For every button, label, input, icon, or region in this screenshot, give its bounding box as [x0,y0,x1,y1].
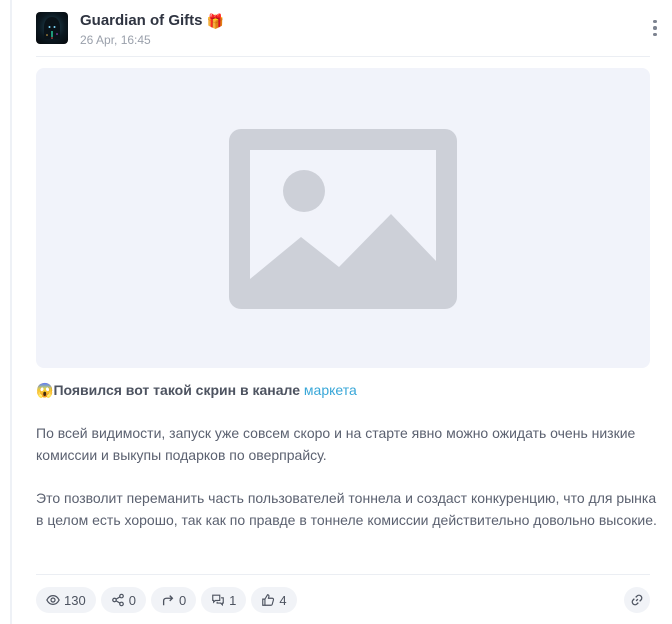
post-image[interactable] [36,68,650,368]
more-dot-icon [653,19,657,24]
market-channel-link[interactable]: маркета [304,382,357,398]
header-divider [36,56,650,57]
post-card: Guardian of Gifts 🎁 26 Apr, 16:45 😱Появи… [12,0,672,624]
share-icon [111,593,124,607]
channel-avatar[interactable] [36,12,68,44]
post-header: Guardian of Gifts 🎁 26 Apr, 16:45 [36,12,672,52]
thumbs-up-icon [262,594,275,606]
likes-count: 4 [279,592,287,608]
post-stats-bar: 130 0 0 1 4 [36,587,297,613]
post-timestamp: 26 Apr, 16:45 [80,33,151,47]
comments-count: 1 [229,592,237,608]
views-count: 130 [64,592,86,608]
more-dot-icon [653,32,657,37]
forwards-chip[interactable]: 0 [150,587,197,613]
shares-chip[interactable]: 0 [100,587,146,613]
post-paragraph-2: Это позволит переманить часть пользовате… [36,490,657,528]
gift-emoji-icon: 🎁 [206,12,224,29]
more-dot-icon [653,26,657,30]
image-placeholder-icon [229,129,457,309]
lead-text: Появился вот такой скрин в канале [53,382,301,398]
link-icon [631,594,643,606]
copy-link-button[interactable] [624,587,650,613]
likes-chip[interactable]: 4 [251,587,297,613]
post-paragraph-1: По всей видимости, запуск уже совсем ско… [36,425,636,463]
footer-divider [36,574,650,575]
forward-arrow-icon [162,595,174,606]
shares-count: 0 [128,592,136,608]
more-options-button[interactable] [648,18,662,38]
forwards-count: 0 [178,592,187,608]
scream-emoji-icon: 😱 [36,382,54,398]
title-row: Guardian of Gifts 🎁 [80,12,224,29]
comments-chip[interactable]: 1 [201,587,247,613]
views-chip[interactable]: 130 [36,587,96,613]
eye-icon [46,595,60,605]
comments-icon [212,594,224,607]
post-lead: 😱Появился вот такой скрин в канале марке… [36,381,357,399]
channel-title[interactable]: Guardian of Gifts [80,12,203,29]
